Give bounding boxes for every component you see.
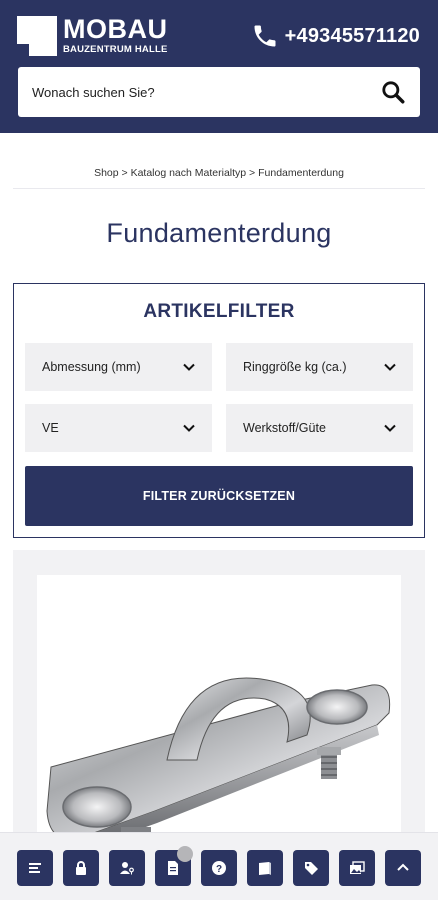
phone-link[interactable]: +49345571120 bbox=[251, 22, 420, 50]
touch-indicator bbox=[177, 846, 193, 862]
select-abmessung[interactable]: Abmessung (mm) bbox=[25, 343, 212, 391]
svg-text:?: ? bbox=[216, 864, 222, 875]
select-label: VE bbox=[42, 421, 59, 435]
search-bar bbox=[18, 67, 420, 117]
login-button[interactable] bbox=[63, 850, 99, 886]
bottom-toolbar: ? bbox=[0, 832, 438, 900]
chevron-down-icon bbox=[384, 363, 396, 371]
page-title: Fundamenterdung bbox=[106, 218, 332, 248]
lock-icon bbox=[76, 861, 86, 875]
scroll-top-button[interactable] bbox=[385, 850, 421, 886]
chevron-down-icon bbox=[183, 424, 195, 432]
chevron-down-icon bbox=[183, 363, 195, 371]
chevron-down-icon bbox=[384, 424, 396, 432]
chevron-up-icon bbox=[397, 863, 409, 871]
select-label: Werkstoff/Güte bbox=[243, 421, 326, 435]
user-key-icon bbox=[120, 862, 134, 875]
phone-number: +49345571120 bbox=[284, 24, 420, 47]
menu-button[interactable] bbox=[17, 850, 53, 886]
select-ringgroesse[interactable]: Ringgröße kg (ca.) bbox=[226, 343, 413, 391]
logo-mark-icon bbox=[17, 16, 57, 56]
gallery-icon bbox=[350, 861, 365, 874]
select-label: Abmessung (mm) bbox=[42, 360, 141, 374]
mobau-logo[interactable]: MOBAU BAUZENTRUM HALLE bbox=[17, 16, 168, 56]
logo-subtitle: BAUZENTRUM HALLE bbox=[63, 44, 168, 55]
catalog-button[interactable] bbox=[247, 850, 283, 886]
article-filter: ARTIKELFILTER Abmessung (mm) Ringgröße k… bbox=[13, 283, 425, 538]
document-icon bbox=[168, 861, 178, 875]
select-ve[interactable]: VE bbox=[25, 404, 212, 452]
phone-icon bbox=[254, 25, 276, 47]
logo-text: MOBAU BAUZENTRUM HALLE bbox=[63, 16, 168, 56]
search-input[interactable] bbox=[32, 84, 380, 100]
breadcrumb[interactable]: Shop > Katalog nach Materialtyp > Fundam… bbox=[0, 167, 438, 179]
divider bbox=[13, 188, 425, 189]
reset-filter-button[interactable]: FILTER ZURÜCKSETZEN bbox=[25, 466, 413, 526]
select-werkstoff[interactable]: Werkstoff/Güte bbox=[226, 404, 413, 452]
help-button[interactable]: ? bbox=[201, 850, 237, 886]
tag-icon bbox=[305, 862, 318, 875]
select-label: Ringgröße kg (ca.) bbox=[243, 360, 347, 374]
account-button[interactable] bbox=[109, 850, 145, 886]
gallery-button[interactable] bbox=[339, 850, 375, 886]
site-header: MOBAU BAUZENTRUM HALLE +49345571120 bbox=[0, 0, 438, 133]
filter-title: ARTIKELFILTER bbox=[143, 301, 295, 322]
catalog-icon bbox=[259, 862, 271, 875]
logo-word: MOBAU bbox=[63, 14, 168, 44]
help-icon: ? bbox=[212, 861, 226, 875]
menu-icon bbox=[29, 863, 41, 873]
offers-button[interactable] bbox=[293, 850, 329, 886]
search-icon[interactable] bbox=[380, 79, 406, 105]
